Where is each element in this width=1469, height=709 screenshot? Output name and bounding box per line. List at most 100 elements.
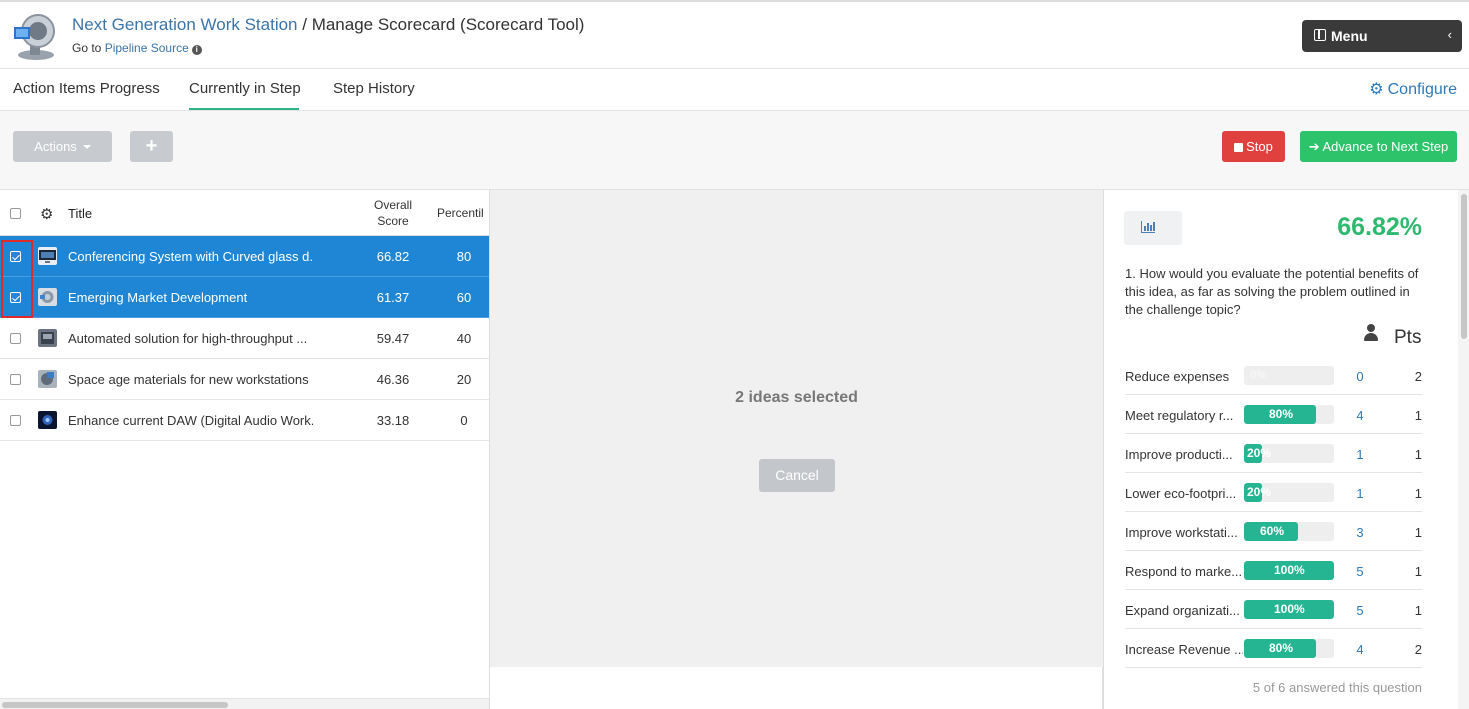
chevron-left-icon: ‹ — [1447, 27, 1452, 42]
active-tab-indicator — [189, 108, 299, 110]
answer-percent-label: 100% — [1274, 602, 1305, 616]
menu-button[interactable]: Menu ‹ — [1302, 20, 1462, 52]
advance-next-step-button[interactable]: ➔ Advance to Next Step — [1300, 131, 1457, 162]
vertical-scrollbar[interactable] — [1458, 190, 1469, 709]
answer-percent-label: 100% — [1274, 563, 1305, 577]
answer-points: 2 — [1414, 642, 1422, 657]
column-header-title[interactable]: Title — [68, 206, 92, 221]
answer-row: Meet regulatory r... 80% 4 1 — [1125, 395, 1422, 434]
overall-score-percent: 66.82% — [1337, 213, 1422, 241]
vertical-scrollbar-thumb[interactable] — [1461, 194, 1467, 339]
pipeline-source-link[interactable]: Pipeline Source — [105, 41, 189, 55]
answer-row: Improve workstati... 60% 3 1 — [1125, 512, 1422, 551]
answer-progress-track: 80% — [1244, 639, 1334, 658]
answer-count-link[interactable]: 0 — [1350, 369, 1370, 384]
answer-progress-track: 20% — [1244, 444, 1334, 463]
monitor-thumbnail-icon — [38, 247, 57, 265]
actions-label: Actions — [34, 139, 77, 154]
row-percentile: 80 — [456, 249, 472, 264]
goto-prefix: Go to — [72, 41, 105, 55]
tab-action-items-progress[interactable]: Action Items Progress — [13, 80, 160, 97]
answer-progress-track: 0% — [1244, 366, 1334, 385]
answer-label: Meet regulatory r... — [1125, 408, 1234, 423]
list-header: ⚙ Title Overall Score Percentil — [0, 190, 489, 236]
answer-row: Expand organizati... 100% 5 1 — [1125, 590, 1422, 629]
cancel-button[interactable]: Cancel — [759, 459, 835, 492]
chart-view-button[interactable] — [1124, 211, 1182, 245]
arrow-right-icon: ➔ — [1308, 139, 1323, 154]
answered-count-text: 5 of 6 answered this question — [1252, 680, 1422, 695]
answer-percent-label: 80% — [1269, 641, 1294, 655]
page-title: Next Generation Work Station / Manage Sc… — [72, 15, 584, 35]
row-checkbox[interactable] — [10, 415, 21, 426]
row-percentile: 0 — [460, 413, 468, 428]
advance-label: Advance to Next Step — [1322, 139, 1449, 154]
answer-count-link[interactable]: 5 — [1350, 603, 1370, 618]
app-name-link[interactable]: Next Generation Work Station — [72, 15, 298, 34]
stop-button[interactable]: Stop — [1222, 131, 1285, 162]
table-row[interactable]: Space age materials for new workstations… — [0, 359, 489, 400]
scrollbar-thumb[interactable] — [2, 702, 228, 708]
answer-count-link[interactable]: 1 — [1350, 486, 1370, 501]
select-all-checkbox[interactable] — [10, 208, 21, 219]
answer-label: Improve producti... — [1125, 447, 1233, 462]
toolbar: Actions + Stop ➔ Advance to Next Step — [0, 111, 1469, 190]
stop-label: Stop — [1246, 139, 1273, 154]
stop-icon — [1234, 143, 1244, 152]
row-title: Automated solution for high-throughput .… — [68, 331, 308, 346]
answer-percent-label: 0% — [1250, 368, 1268, 382]
goto-line: Go to Pipeline Source i — [72, 41, 202, 55]
row-checkbox[interactable] — [10, 333, 21, 344]
column-header-overall-score[interactable]: Overall Score — [364, 197, 422, 229]
answer-count-link[interactable]: 5 — [1350, 564, 1370, 579]
sidebar-panel-icon — [1314, 29, 1326, 41]
table-row[interactable]: Emerging Market Development 61.37 60 — [0, 277, 489, 318]
answer-count-link[interactable]: 4 — [1350, 642, 1370, 657]
answer-label: Expand organizati... — [1125, 603, 1240, 618]
page-title-text: Manage Scorecard (Scorecard Tool) — [311, 15, 585, 34]
overall-score-line2: Score — [377, 214, 409, 228]
answer-points: 1 — [1414, 525, 1422, 540]
table-row[interactable]: Conferencing System with Curved glass d.… — [0, 236, 489, 277]
answer-count-link[interactable]: 4 — [1350, 408, 1370, 423]
answer-progress-track: 80% — [1244, 405, 1334, 424]
device-thumbnail-icon — [38, 329, 57, 347]
horizontal-scrollbar[interactable] — [0, 698, 489, 709]
tab-currently-in-step[interactable]: Currently in Step — [189, 80, 301, 97]
row-title: Conferencing System with Curved glass d.… — [68, 249, 313, 264]
audio-thumbnail-icon — [38, 411, 57, 429]
configure-link[interactable]: ⚙ Configure — [1369, 79, 1457, 99]
row-score: 59.47 — [376, 331, 410, 346]
title-separator: / — [297, 15, 312, 34]
row-checkbox[interactable] — [10, 374, 21, 385]
ideas-selected-text: 2 ideas selected — [735, 389, 858, 406]
answer-row: Lower eco-footpri... 20% 1 1 — [1125, 473, 1422, 512]
ideas-list-pane: ⚙ Title Overall Score Percentil Conferen… — [0, 190, 490, 709]
answer-points: 2 — [1414, 369, 1422, 384]
globe-thumbnail-icon — [38, 288, 57, 306]
answer-points: 1 — [1414, 486, 1422, 501]
scorecard-pane: 66.82% 1. How would you evaluate the pot… — [1103, 190, 1469, 709]
column-header-percentile[interactable]: Percentil — [437, 206, 484, 220]
tab-step-history[interactable]: Step History — [333, 80, 415, 97]
answer-percent-label: 20% — [1247, 485, 1272, 499]
answer-label: Improve workstati... — [1125, 525, 1238, 540]
column-settings-gear-icon[interactable]: ⚙ — [40, 205, 53, 223]
table-row[interactable]: Automated solution for high-throughput .… — [0, 318, 489, 359]
answer-count-link[interactable]: 3 — [1350, 525, 1370, 540]
row-title: Enhance current DAW (Digital Audio Work.… — [68, 413, 313, 428]
answer-percent-label: 80% — [1269, 407, 1294, 421]
answer-percent-label: 60% — [1260, 524, 1285, 538]
answer-progress-track: 100% — [1244, 600, 1334, 619]
actions-dropdown-button[interactable]: Actions — [13, 131, 112, 162]
middle-pane-footer — [490, 667, 1103, 709]
row-title: Emerging Market Development — [68, 290, 248, 305]
add-button[interactable]: + — [130, 131, 173, 162]
table-row[interactable]: Enhance current DAW (Digital Audio Work.… — [0, 400, 489, 441]
answer-count-link[interactable]: 1 — [1350, 447, 1370, 462]
info-icon[interactable]: i — [191, 45, 202, 55]
answer-label: Lower eco-footpri... — [1125, 486, 1237, 501]
row-score: 46.36 — [376, 372, 410, 387]
answer-row: Reduce expenses 0% 0 2 — [1125, 356, 1422, 395]
pts-header: Pts — [1394, 327, 1422, 348]
